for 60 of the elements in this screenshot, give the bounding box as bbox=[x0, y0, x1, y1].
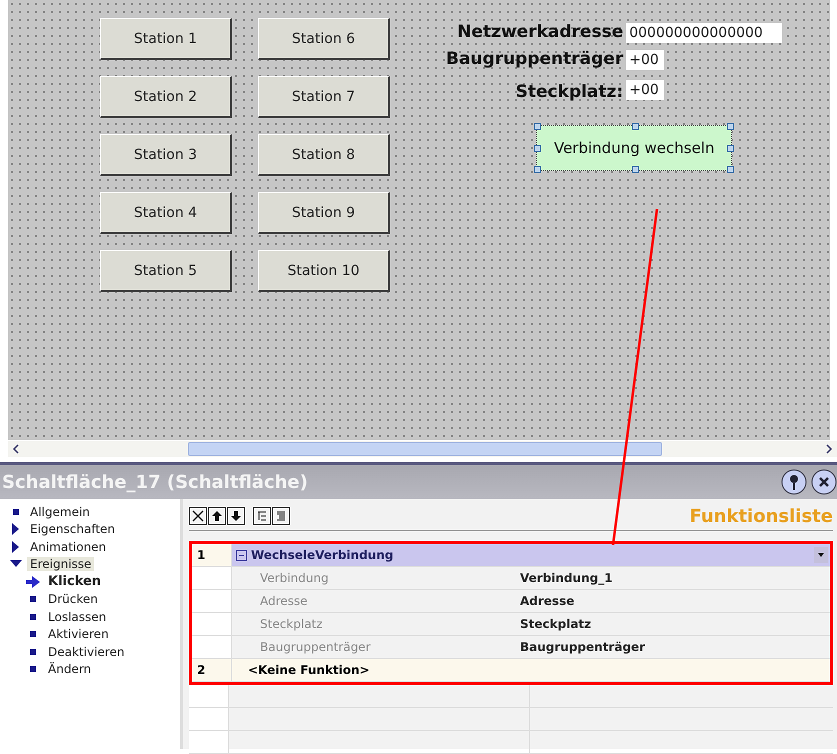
station-button[interactable]: Station 6 bbox=[258, 18, 390, 60]
parameter-name: Adresse bbox=[259, 594, 309, 608]
output-field[interactable]: 000000000000000 bbox=[626, 22, 782, 42]
tree-item[interactable]: Eigenschaften bbox=[10, 520, 180, 538]
list-icon bbox=[275, 510, 287, 522]
field-label: Baugruppenträger bbox=[446, 48, 624, 70]
up-arrow-icon bbox=[211, 510, 223, 522]
close-icon[interactable] bbox=[811, 469, 837, 495]
horizontal-scrollbar[interactable] bbox=[8, 441, 837, 457]
indent-button[interactable] bbox=[253, 507, 271, 525]
tree-item[interactable]: Animationen bbox=[10, 538, 180, 556]
station-button[interactable]: Station 7 bbox=[258, 76, 390, 118]
selected-button[interactable]: Verbindung wechseln bbox=[536, 125, 732, 171]
scroll-left-icon[interactable] bbox=[12, 444, 20, 454]
collapse-icon[interactable] bbox=[236, 550, 247, 560]
parameter-name: Verbindung bbox=[259, 571, 330, 585]
field-label: Steckplatz: bbox=[516, 81, 624, 103]
tree-item[interactable]: Deaktivieren bbox=[26, 643, 180, 660]
parameter-name: Steckplatz bbox=[259, 617, 324, 631]
function-name[interactable]: <Keine Funktion> bbox=[232, 663, 370, 677]
station-button[interactable]: Station 2 bbox=[100, 76, 232, 118]
tree-item[interactable]: Klicken bbox=[26, 573, 180, 590]
parameter-value[interactable]: Baugruppenträger bbox=[520, 640, 646, 654]
tree-item[interactable]: Aktivieren bbox=[26, 626, 180, 643]
station-button[interactable]: Station 9 bbox=[258, 192, 390, 234]
function-name: WechseleVerbindung bbox=[251, 548, 394, 562]
panel-title: Schaltfläche_17 (Schaltfläche) bbox=[2, 472, 309, 492]
tree-item[interactable]: Ändern bbox=[26, 660, 180, 678]
station-button[interactable]: Station 4 bbox=[100, 192, 232, 234]
move-up-button[interactable] bbox=[208, 507, 226, 525]
scroll-right-icon[interactable] bbox=[825, 444, 833, 454]
tree-item[interactable]: Drücken bbox=[26, 590, 180, 608]
output-field[interactable]: +00 bbox=[626, 50, 664, 70]
list-button[interactable] bbox=[272, 507, 290, 525]
delete-button[interactable] bbox=[189, 507, 207, 525]
pin-icon[interactable] bbox=[781, 469, 807, 495]
station-button[interactable]: Station 1 bbox=[100, 18, 232, 60]
dropdown-icon[interactable] bbox=[814, 547, 828, 563]
function-cell[interactable]: WechseleVerbindung bbox=[232, 544, 830, 566]
move-down-button[interactable] bbox=[227, 507, 245, 525]
down-arrow-icon bbox=[230, 510, 242, 522]
station-button[interactable]: Station 10 bbox=[258, 250, 390, 292]
output-field[interactable]: +00 bbox=[626, 80, 664, 100]
parameter-value[interactable]: Steckplatz bbox=[520, 617, 592, 631]
function-list-heading: Funktionsliste bbox=[689, 506, 833, 526]
row-number: 2 bbox=[192, 659, 232, 681]
pointer-arrow-icon bbox=[26, 576, 40, 588]
indent-icon bbox=[256, 510, 268, 522]
station-button[interactable]: Station 3 bbox=[100, 134, 232, 176]
delete-icon bbox=[192, 510, 204, 522]
tree-item[interactable]: Allgemein bbox=[10, 503, 180, 520]
parameter-name: Baugruppenträger bbox=[259, 640, 372, 654]
parameter-value[interactable]: Verbindung_1 bbox=[520, 571, 613, 585]
station-button[interactable]: Station 5 bbox=[100, 250, 232, 292]
parameter-value[interactable]: Adresse bbox=[520, 594, 574, 608]
field-label: Netzwerkadresse bbox=[457, 21, 624, 43]
tree-item[interactable]: Ereignisse bbox=[10, 556, 180, 573]
scroll-thumb[interactable] bbox=[188, 442, 662, 456]
tree-item[interactable]: Loslassen bbox=[26, 608, 180, 626]
station-button[interactable]: Station 8 bbox=[258, 134, 390, 176]
